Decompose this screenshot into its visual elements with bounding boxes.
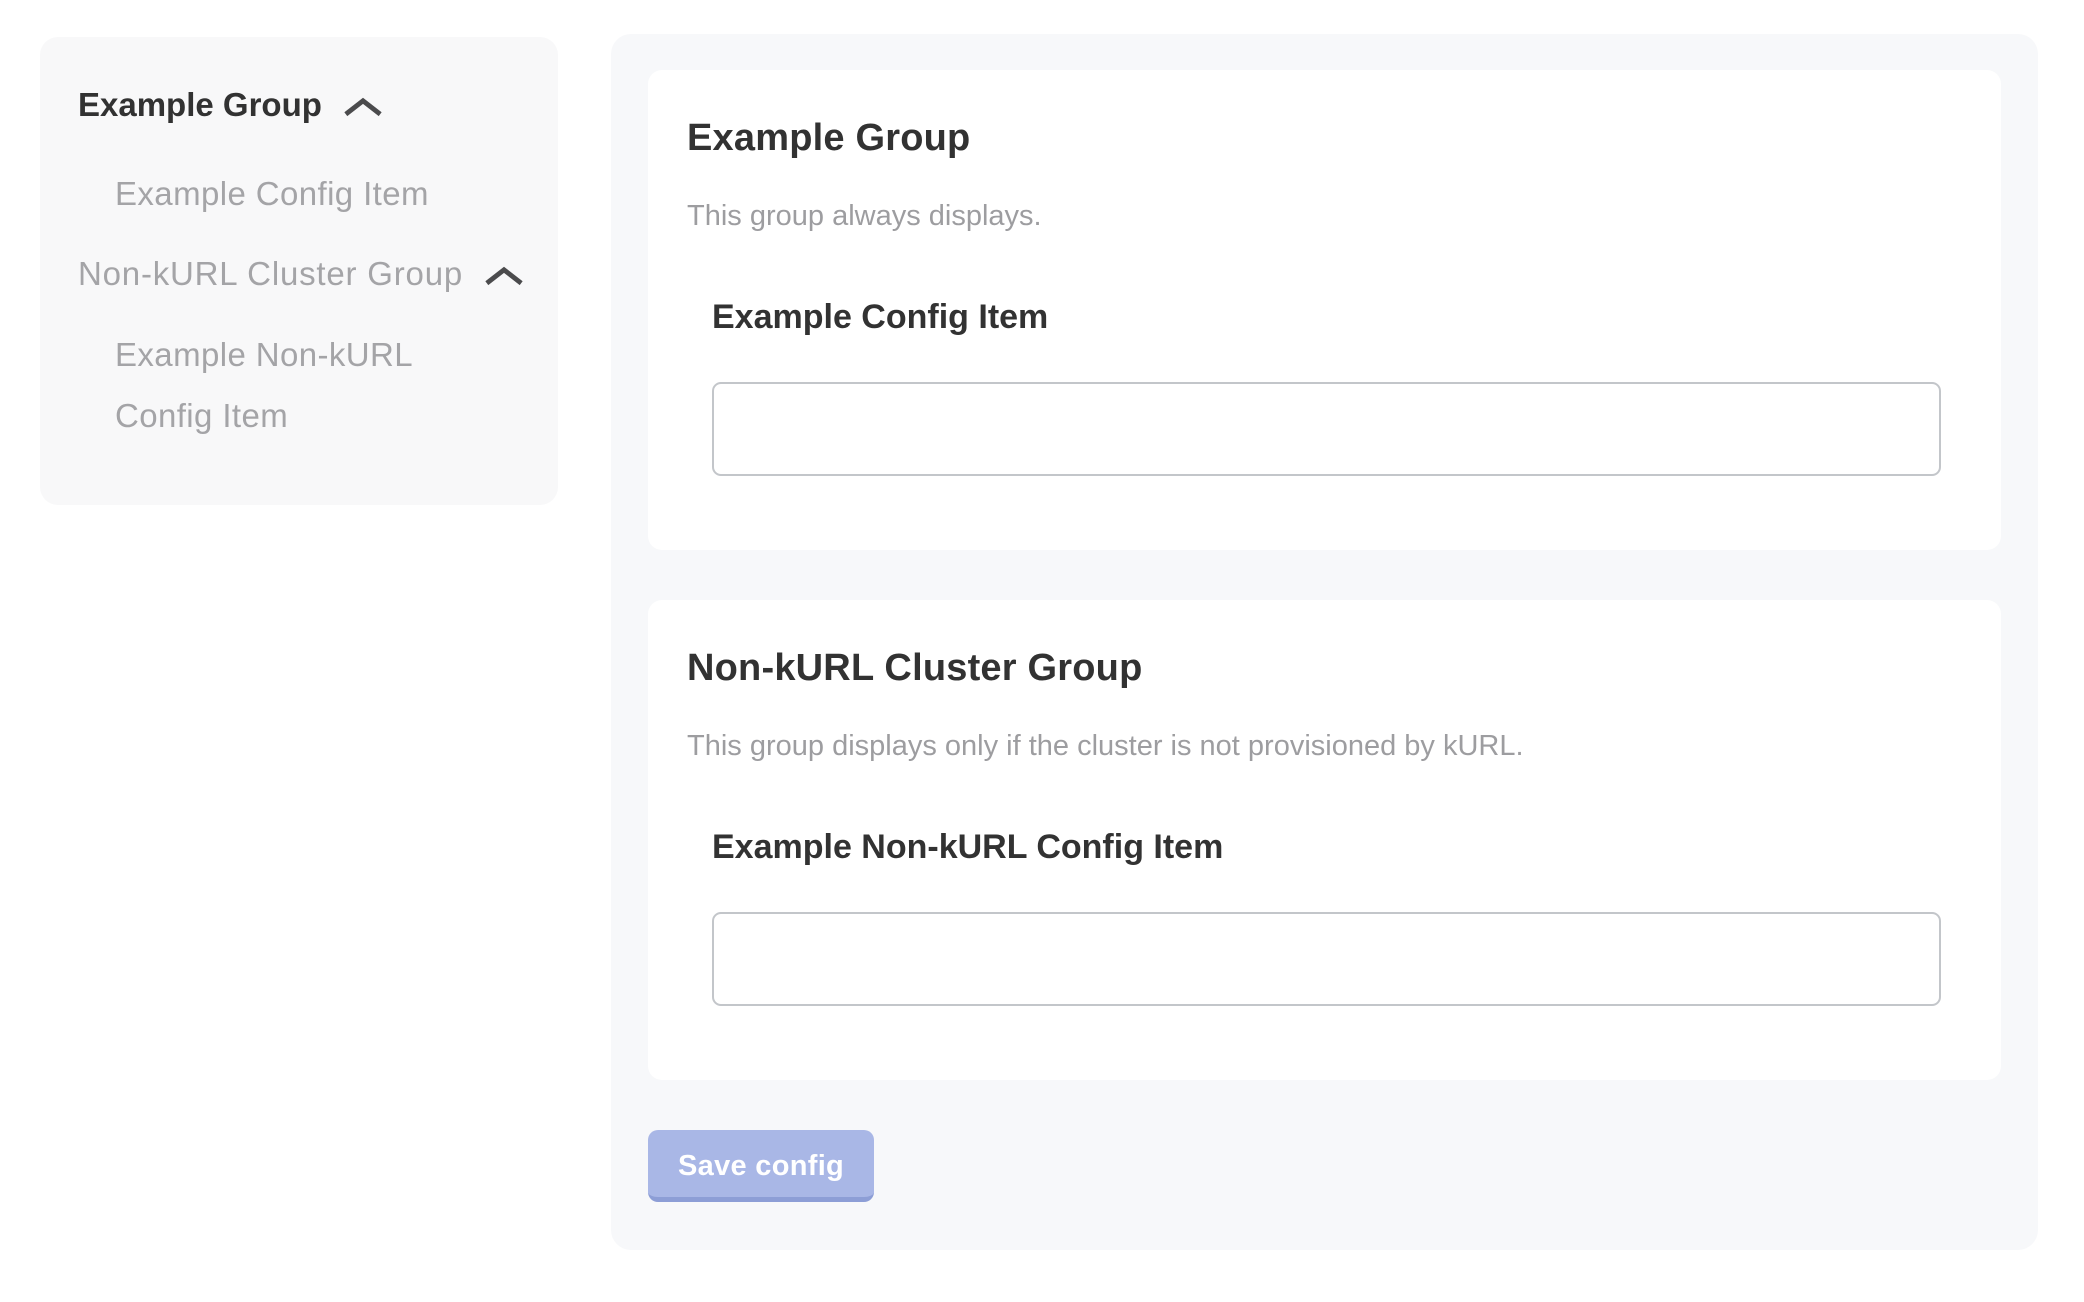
example-non-kurl-config-item-input[interactable] (712, 912, 1941, 1006)
group-description: This group always displays. (687, 198, 1941, 234)
config-group-card-example-group: Example Group This group always displays… (648, 70, 2001, 550)
config-group-card-non-kurl-cluster-group: Non-kURL Cluster Group This group displa… (648, 600, 2001, 1080)
config-item-label: Example Non-kURL Config Item (712, 826, 1941, 868)
sidebar-group-label: Non-kURL Cluster Group (78, 254, 463, 294)
sidebar-group-label: Example Group (78, 85, 322, 125)
chevron-up-icon[interactable] (483, 266, 525, 287)
config-item: Example Config Item (712, 296, 1941, 476)
config-item: Example Non-kURL Config Item (712, 826, 1941, 1006)
sidebar-item-example-non-kurl-config-item[interactable]: Example Non-kURL Config Item (115, 324, 435, 446)
config-item-label: Example Config Item (712, 296, 1941, 338)
sidebar-group-non-kurl-cluster-group[interactable]: Non-kURL Cluster Group (78, 254, 530, 294)
group-description: This group displays only if the cluster … (687, 728, 1941, 764)
save-config-button[interactable]: Save config (648, 1130, 874, 1202)
sidebar-item-example-config-item[interactable]: Example Config Item (115, 163, 530, 224)
group-title: Non-kURL Cluster Group (687, 646, 1941, 690)
example-config-item-input[interactable] (712, 382, 1941, 476)
config-nav-sidebar: Example Group Example Config Item Non-kU… (40, 37, 558, 505)
group-title: Example Group (687, 116, 1941, 160)
chevron-up-icon[interactable] (342, 97, 384, 118)
sidebar-group-example-group[interactable]: Example Group (78, 85, 530, 125)
config-panel: Example Group This group always displays… (611, 34, 2038, 1250)
